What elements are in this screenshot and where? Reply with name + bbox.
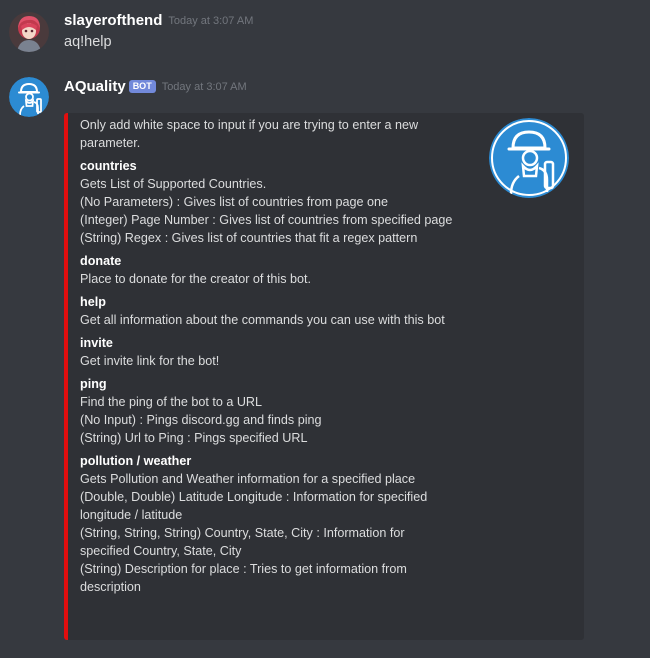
field-value: Gets Pollution and Weather information f… — [80, 472, 428, 594]
field-name: pollution / weather — [80, 454, 192, 468]
embed-field-help: help Get all information about the comma… — [80, 293, 480, 329]
embed-description: Only add white space to input if you are… — [80, 118, 419, 150]
gas-mask-worker-icon — [489, 118, 569, 198]
bot-username[interactable]: AQuality — [64, 78, 126, 95]
field-value: Find the ping of the bot to a URL (No In… — [80, 395, 322, 445]
field-name: help — [80, 295, 106, 309]
bot-avatar[interactable] — [9, 77, 49, 117]
embed-field-countries: countries Gets List of Supported Countri… — [80, 157, 480, 247]
embed-thumbnail[interactable] — [489, 118, 569, 198]
embed-body: Only add white space to input if you are… — [80, 116, 480, 601]
message-header: AQuality BOT Today at 3:07 AM — [64, 77, 247, 97]
message-header: slayerofthend Today at 3:07 AM — [64, 11, 253, 31]
field-value: Get all information about the commands y… — [80, 313, 445, 327]
embed-field-donate: donate Place to donate for the creator o… — [80, 252, 480, 288]
gas-mask-worker-icon — [9, 77, 49, 117]
timestamp: Today at 3:07 AM — [161, 81, 247, 93]
field-value: Place to donate for the creator of this … — [80, 272, 312, 286]
bot-tag-badge: BOT — [128, 79, 156, 93]
anime-character-avatar-icon — [9, 12, 49, 52]
embed-field-invite: invite Get invite link for the bot! — [80, 334, 480, 370]
embed: Only add white space to input if you are… — [64, 113, 584, 640]
field-name: invite — [80, 336, 113, 350]
embed-field-ping: ping Find the ping of the bot to a URL (… — [80, 375, 480, 447]
username[interactable]: slayerofthend — [64, 12, 162, 29]
timestamp: Today at 3:07 AM — [168, 15, 254, 27]
field-name: donate — [80, 254, 122, 268]
embed-field-pollution-weather: pollution / weather Gets Pollution and W… — [80, 452, 480, 596]
user-avatar[interactable] — [9, 12, 49, 52]
field-name: countries — [80, 159, 137, 173]
field-value: Gets List of Supported Countries. (No Pa… — [80, 177, 453, 245]
message-content: aq!help — [64, 34, 112, 50]
field-value: Get invite link for the bot! — [80, 354, 220, 368]
message-bot: AQuality BOT Today at 3:07 AM Only add whi… — [0, 70, 650, 658]
message-user: slayerofthend Today at 3:07 AM aq!help — [0, 0, 650, 70]
field-name: ping — [80, 377, 107, 391]
